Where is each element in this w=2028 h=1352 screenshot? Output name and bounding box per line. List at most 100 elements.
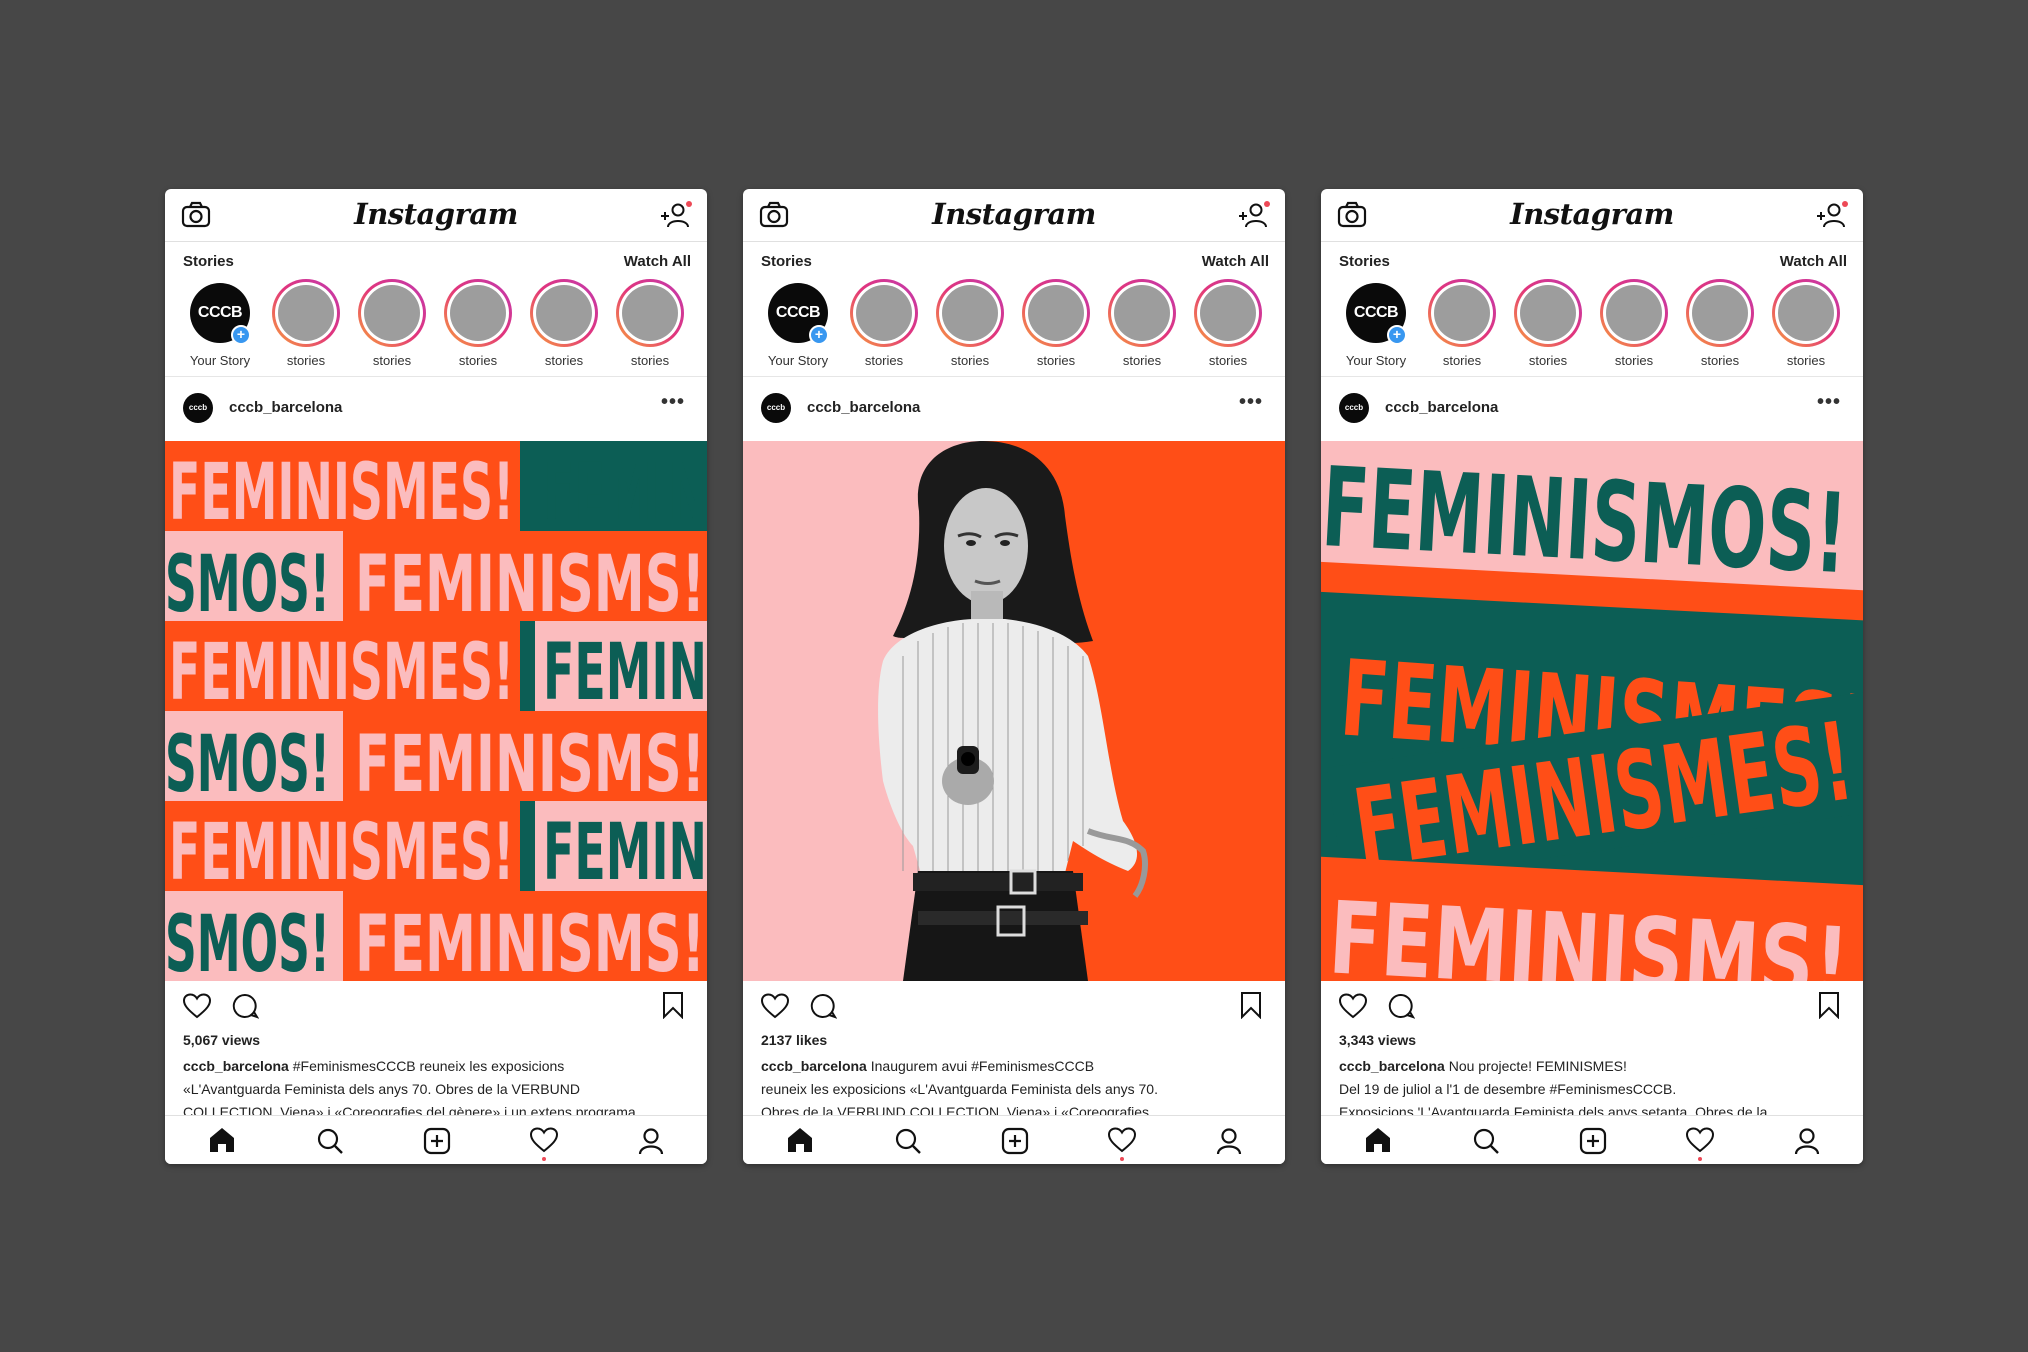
pattern-text: SMOS! [165, 540, 330, 630]
your-story-label: Your Story [1345, 353, 1407, 368]
story-item[interactable]: stories [1422, 279, 1502, 371]
caption-username[interactable]: cccb_barcelona [1339, 1058, 1445, 1074]
your-story-label: Your Story [189, 353, 251, 368]
pattern-text: FEMINISMS! [355, 900, 705, 981]
story-label: stories [1786, 353, 1826, 368]
your-story[interactable]: CCCB + Your Story [1336, 279, 1416, 371]
avatar[interactable]: cccb [761, 393, 791, 423]
post-image[interactable]: FEMINISMES! FEMIN SMOS! FEMINISMS! FEMIN… [165, 441, 707, 981]
heart-icon[interactable] [183, 993, 211, 1019]
post-image[interactable]: FEMINISMOS! FEMINISMES! FEMINISMES! FEMI… [1321, 441, 1863, 981]
feminismes-pattern-graphic: FEMINISMES! FEMIN SMOS! FEMINISMS! FEMIN… [165, 441, 707, 981]
story-label: stories [1122, 353, 1162, 368]
watch-all-link[interactable]: Watch All [1202, 253, 1269, 270]
add-story-icon: + [809, 325, 829, 345]
comment-icon[interactable] [231, 993, 259, 1019]
watch-all-link[interactable]: Watch All [624, 253, 691, 270]
add-user-icon[interactable] [659, 201, 693, 229]
activity-heart-icon[interactable] [530, 1127, 558, 1153]
pattern-text: FEMINISMES! [169, 628, 514, 718]
post-username[interactable]: cccb_barcelona [229, 399, 342, 416]
search-icon[interactable] [894, 1127, 922, 1155]
bookmark-icon[interactable] [1239, 991, 1263, 1019]
new-post-icon[interactable] [1001, 1127, 1029, 1155]
caption-username[interactable]: cccb_barcelona [761, 1058, 867, 1074]
story-item[interactable]: stories [1102, 279, 1182, 371]
activity-heart-icon[interactable] [1108, 1127, 1136, 1153]
more-options-icon[interactable]: ••• [661, 391, 685, 414]
more-options-icon[interactable]: ••• [1817, 391, 1841, 414]
stories-title: Stories [761, 253, 812, 270]
notification-dot [1698, 1157, 1702, 1161]
story-label: stories [630, 353, 670, 368]
avatar[interactable]: cccb [1339, 393, 1369, 423]
home-icon[interactable] [208, 1127, 236, 1153]
caption-text: #FeminismesCCCB reuneix les exposicions [288, 1058, 565, 1074]
more-options-icon[interactable]: ••• [1239, 391, 1263, 414]
pattern-text: FEMIN [543, 808, 707, 898]
story-item[interactable]: stories [930, 279, 1010, 371]
comment-icon[interactable] [1387, 993, 1415, 1019]
caption-username[interactable]: cccb_barcelona [183, 1058, 289, 1074]
story-item[interactable]: stories [844, 279, 924, 371]
bookmark-icon[interactable] [1817, 991, 1841, 1019]
story-label: stories [286, 353, 326, 368]
profile-icon[interactable] [637, 1127, 665, 1155]
story-item[interactable]: stories [1508, 279, 1588, 371]
add-story-icon: + [231, 325, 251, 345]
post-username[interactable]: cccb_barcelona [1385, 399, 1498, 416]
heart-icon[interactable] [1339, 993, 1367, 1019]
stories-bar: Stories Watch All CCCB + Your Story stor… [743, 241, 1285, 377]
story-label: stories [458, 353, 498, 368]
add-user-icon[interactable] [1815, 201, 1849, 229]
story-label: stories [1528, 353, 1568, 368]
home-icon[interactable] [786, 1127, 814, 1153]
story-item[interactable]: stories [352, 279, 432, 371]
story-item[interactable]: stories [1680, 279, 1760, 371]
story-item[interactable]: stories [610, 279, 690, 371]
top-bar: Instagram [743, 189, 1285, 242]
your-story[interactable]: CCCB + Your Story [180, 279, 260, 371]
caption-text: Inaugurem avui #FeminismesCCCB [866, 1058, 1095, 1074]
avatar[interactable]: cccb [183, 393, 213, 423]
profile-icon[interactable] [1215, 1127, 1243, 1155]
top-bar: Instagram [165, 189, 707, 242]
post-image[interactable] [743, 441, 1285, 981]
instagram-logo: Instagram [354, 197, 518, 231]
activity-heart-icon[interactable] [1686, 1127, 1714, 1153]
post-actions [165, 981, 707, 1031]
bookmark-icon[interactable] [661, 991, 685, 1019]
add-user-icon[interactable] [1237, 201, 1271, 229]
comment-icon[interactable] [809, 993, 837, 1019]
profile-icon[interactable] [1793, 1127, 1821, 1155]
instagram-logo: Instagram [1510, 197, 1674, 231]
watch-all-link[interactable]: Watch All [1780, 253, 1847, 270]
new-post-icon[interactable] [423, 1127, 451, 1155]
top-bar: Instagram [1321, 189, 1863, 242]
post-username[interactable]: cccb_barcelona [807, 399, 920, 416]
search-icon[interactable] [316, 1127, 344, 1155]
new-post-icon[interactable] [1579, 1127, 1607, 1155]
search-icon[interactable] [1472, 1127, 1500, 1155]
stories-bar: Stories Watch All CCCB + Your Story stor… [1321, 241, 1863, 377]
post-header: cccb cccb_barcelona ••• [743, 377, 1285, 441]
story-item[interactable]: stories [438, 279, 518, 371]
your-story[interactable]: CCCB + Your Story [758, 279, 838, 371]
caption-text: reuneix les exposicions «L'Avantguarda F… [761, 1081, 1158, 1097]
story-item[interactable]: stories [266, 279, 346, 371]
story-item[interactable]: stories [1766, 279, 1846, 371]
instagram-logo: Instagram [932, 197, 1096, 231]
bottom-tab-bar [743, 1115, 1285, 1164]
heart-icon[interactable] [761, 993, 789, 1019]
stories-title: Stories [1339, 253, 1390, 270]
story-item[interactable]: stories [1188, 279, 1268, 371]
pattern-text: FEMINISMS! [355, 540, 705, 630]
story-label: stories [950, 353, 990, 368]
post-actions [1321, 981, 1863, 1031]
notification-dot [1120, 1157, 1124, 1161]
home-icon[interactable] [1364, 1127, 1392, 1153]
pattern-text: FEMINISMES! [169, 448, 514, 538]
story-item[interactable]: stories [1594, 279, 1674, 371]
story-item[interactable]: stories [524, 279, 604, 371]
story-item[interactable]: stories [1016, 279, 1096, 371]
